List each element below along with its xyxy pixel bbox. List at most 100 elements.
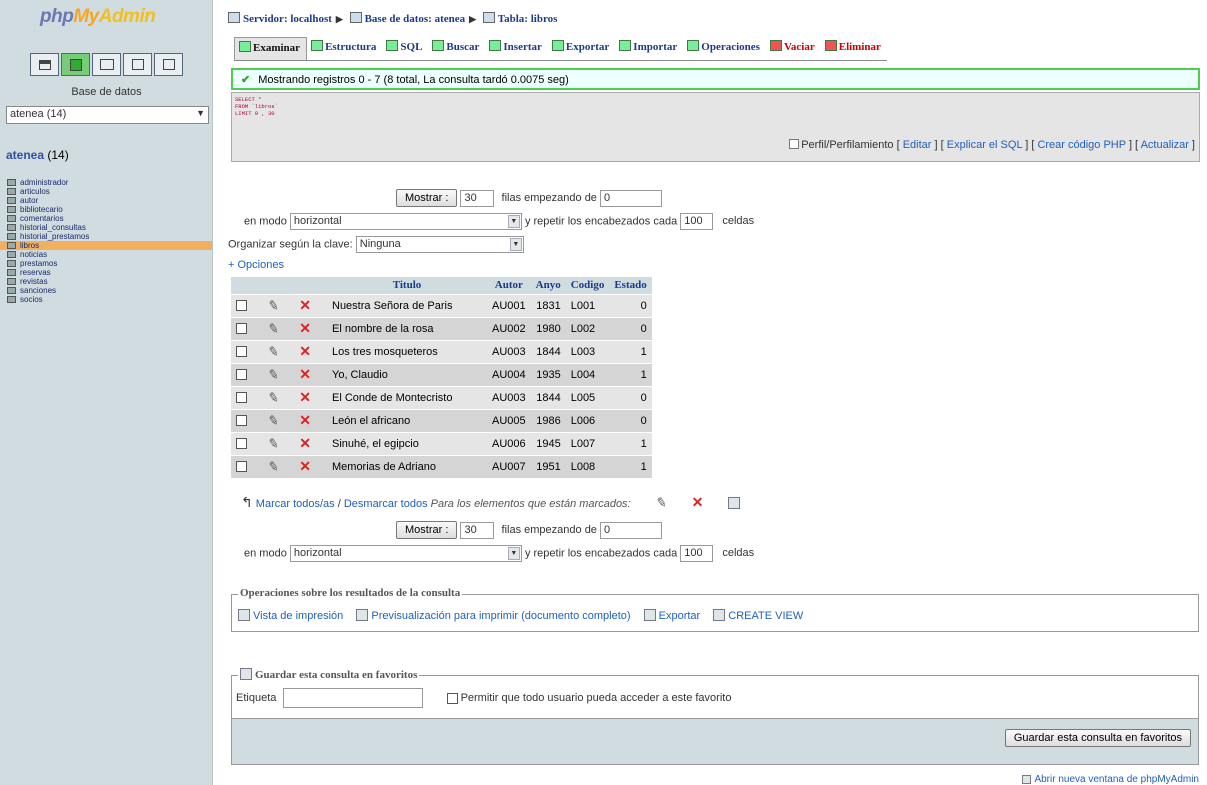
table-icon[interactable] xyxy=(7,251,16,258)
show-button-bottom[interactable]: Mostrar : xyxy=(396,521,458,539)
row-checkbox[interactable] xyxy=(236,438,247,450)
sidebar-table-libros[interactable]: libros xyxy=(0,241,212,250)
edit-row-icon[interactable]: ✎ xyxy=(266,320,280,338)
sidebar-table-bibliotecario[interactable]: bibliotecario xyxy=(6,205,212,214)
sidebar-table-reservas[interactable]: reservas xyxy=(6,268,212,277)
table-icon[interactable] xyxy=(7,188,16,195)
row-checkbox[interactable] xyxy=(236,346,247,358)
tab-buscar[interactable]: Buscar xyxy=(428,37,485,60)
edit-row-icon[interactable]: ✎ xyxy=(266,389,280,407)
tab-estructura[interactable]: Estructura xyxy=(307,37,382,60)
table-icon[interactable] xyxy=(7,206,16,213)
column-header-autor[interactable]: Autor xyxy=(487,277,531,294)
row-checkbox[interactable] xyxy=(236,369,247,381)
tab-insertar[interactable]: Insertar xyxy=(485,37,548,60)
save-bookmark-button[interactable]: Guardar esta consulta en favoritos xyxy=(1004,729,1191,747)
bookmark-label-input[interactable] xyxy=(283,688,424,708)
delete-row-icon[interactable]: ✕ xyxy=(299,297,311,313)
refresh-link[interactable]: Actualizar xyxy=(1141,139,1189,151)
bulk-export-icon[interactable] xyxy=(728,497,741,509)
sort-key-select[interactable]: Ninguna ▼ xyxy=(355,236,524,253)
profiling-checkbox[interactable] xyxy=(789,139,800,149)
tab-eliminar[interactable]: Eliminar xyxy=(821,37,887,60)
sidebar-table-socios[interactable]: socios xyxy=(6,295,212,304)
delete-row-icon[interactable]: ✕ xyxy=(299,412,311,428)
tab-sql[interactable]: SQL xyxy=(382,37,428,60)
delete-row-icon[interactable]: ✕ xyxy=(299,320,311,336)
tab-vaciar[interactable]: Vaciar xyxy=(766,37,821,60)
database-select[interactable]: atenea (14) ▼ xyxy=(6,106,209,124)
repeat-headers-input-bottom[interactable]: 100 xyxy=(680,545,714,562)
column-header-estado[interactable]: Estado xyxy=(609,277,652,294)
bulk-delete-icon[interactable]: ✕ xyxy=(692,494,704,510)
mark-all-link[interactable]: Marcar todos/as xyxy=(256,498,335,510)
table-icon[interactable] xyxy=(7,197,16,204)
show-button[interactable]: Mostrar : xyxy=(396,189,458,207)
table-icon[interactable] xyxy=(7,224,16,231)
row-checkbox[interactable] xyxy=(236,300,247,312)
rows-input[interactable]: 30 xyxy=(460,189,495,207)
column-header-anyo[interactable]: Anyo xyxy=(530,277,566,294)
open-new-window-link[interactable]: Abrir nueva ventana de phpMyAdmin xyxy=(1022,774,1199,785)
sidebar-table-historial_prestamos[interactable]: historial_prestamos xyxy=(6,232,212,241)
delete-row-icon[interactable]: ✕ xyxy=(299,458,311,474)
column-header-titulo[interactable]: Titulo xyxy=(327,277,487,294)
edit-row-icon[interactable]: ✎ xyxy=(266,458,280,476)
delete-row-icon[interactable]: ✕ xyxy=(299,366,311,382)
table-icon[interactable] xyxy=(7,179,16,186)
docs-icon[interactable] xyxy=(92,53,121,76)
edit-sql-link[interactable]: Editar xyxy=(903,139,932,151)
tab-importar[interactable]: Importar xyxy=(615,37,683,60)
delete-row-icon[interactable]: ✕ xyxy=(299,389,311,405)
row-checkbox[interactable] xyxy=(236,415,247,427)
table-icon[interactable] xyxy=(7,242,16,249)
sql-query-icon[interactable] xyxy=(61,53,90,76)
sql-window-icon[interactable] xyxy=(123,53,152,76)
database-heading[interactable]: atenea (14) xyxy=(6,148,69,162)
sidebar-table-comentarios[interactable]: comentarios xyxy=(6,214,212,223)
delete-row-icon[interactable]: ✕ xyxy=(299,435,311,451)
table-icon[interactable] xyxy=(7,215,16,222)
start-row-input-bottom[interactable]: 0 xyxy=(600,521,662,539)
bulk-edit-icon[interactable]: ✎ xyxy=(654,494,668,512)
row-checkbox[interactable] xyxy=(236,392,247,404)
table-icon[interactable] xyxy=(7,269,16,276)
sidebar-table-administrador[interactable]: administrador xyxy=(6,178,212,187)
breadcrumb-server[interactable]: Servidor: localhost xyxy=(243,13,332,25)
print-view-link[interactable]: Vista de impresión xyxy=(253,610,343,622)
export-link[interactable]: Exportar xyxy=(659,610,701,622)
print-preview-link[interactable]: Previsualización para imprimir (document… xyxy=(371,610,630,622)
create-php-link[interactable]: Crear código PHP xyxy=(1037,139,1125,151)
edit-row-icon[interactable]: ✎ xyxy=(266,412,280,430)
display-mode-select-bottom[interactable]: horizontal ▼ xyxy=(289,545,522,562)
allow-all-users-checkbox[interactable] xyxy=(446,692,458,704)
breadcrumb-database[interactable]: Base de datos: atenea xyxy=(365,13,466,25)
phpmyadmin-logo[interactable]: phpMyAdmin xyxy=(40,6,156,28)
sidebar-table-prestamos[interactable]: prestamos xyxy=(6,259,212,268)
table-icon[interactable] xyxy=(7,278,16,285)
display-mode-select[interactable]: horizontal ▼ xyxy=(289,213,522,230)
tab-operaciones[interactable]: Operaciones xyxy=(683,37,766,60)
delete-row-icon[interactable]: ✕ xyxy=(299,343,311,359)
tab-examinar[interactable]: Examinar xyxy=(234,37,308,60)
explain-sql-link[interactable]: Explicar el SQL xyxy=(947,139,1022,151)
repeat-headers-input[interactable]: 100 xyxy=(680,213,714,230)
row-checkbox[interactable] xyxy=(236,323,247,335)
column-header-codigo[interactable]: Codigo xyxy=(565,277,610,294)
sidebar-table-historial_consultas[interactable]: historial_consultas xyxy=(6,223,212,232)
edit-row-icon[interactable]: ✎ xyxy=(266,366,280,384)
breadcrumb-table[interactable]: Tabla: libros xyxy=(498,13,558,25)
table-icon[interactable] xyxy=(7,233,16,240)
edit-row-icon[interactable]: ✎ xyxy=(266,435,280,453)
sidebar-table-articulos[interactable]: articulos xyxy=(6,187,212,196)
edit-row-icon[interactable]: ✎ xyxy=(266,343,280,361)
reload-icon[interactable] xyxy=(154,53,183,76)
options-link[interactable]: + Opciones xyxy=(228,259,284,271)
table-icon[interactable] xyxy=(7,260,16,267)
sidebar-table-sanciones[interactable]: sanciones xyxy=(6,286,212,295)
sidebar-table-noticias[interactable]: noticias xyxy=(6,250,212,259)
table-icon[interactable] xyxy=(7,287,16,294)
create-view-link[interactable]: CREATE VIEW xyxy=(728,610,803,622)
row-checkbox[interactable] xyxy=(236,461,247,473)
home-icon[interactable] xyxy=(30,53,59,76)
